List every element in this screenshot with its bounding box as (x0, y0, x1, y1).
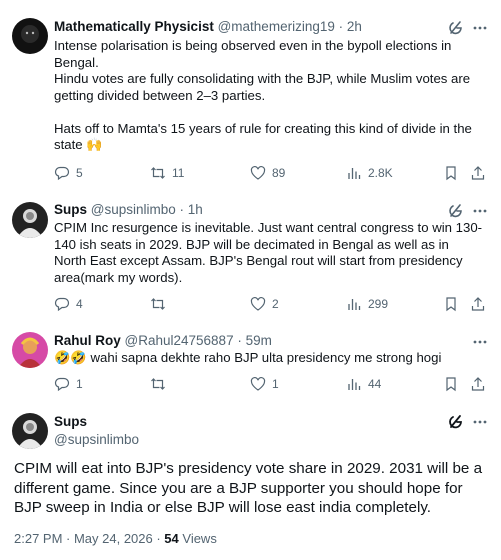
views-count: 299 (368, 297, 389, 311)
like-icon (250, 296, 266, 311)
grok-icon[interactable] (447, 413, 465, 431)
tweet-text-content: 🤣🤣 wahi sapna dekhte raho BJP ulta presi… (54, 350, 442, 365)
author-block: Sups @supsinlimbo (54, 413, 139, 449)
tweet-header: Rahul Roy @Rahul24756887 · 59m (54, 332, 272, 350)
avatar[interactable] (12, 413, 48, 449)
views-label: Views (178, 531, 217, 546)
bookmark-icon[interactable] (443, 296, 459, 312)
more-icon[interactable] (471, 19, 489, 37)
author-handle[interactable]: @supsinlimbo (54, 431, 139, 449)
views-count: 44 (368, 377, 382, 391)
tweet-text: CPIM Inc resurgence is inevitable. Just … (54, 220, 483, 286)
share-icon[interactable] (470, 165, 486, 181)
reply-button[interactable]: 4 (54, 295, 83, 313)
avatar[interactable] (12, 18, 48, 54)
tweet-3[interactable]: Rahul Roy @Rahul24756887 · 59m 🤣🤣 wahi s… (0, 324, 501, 404)
bookmark-icon[interactable] (443, 165, 459, 181)
author-handle[interactable]: @mathemerizing19 (218, 19, 335, 34)
repost-icon (151, 167, 165, 179)
reply-count: 5 (76, 166, 83, 180)
reply-count: 4 (76, 297, 83, 311)
avatar[interactable] (12, 202, 48, 238)
separator: · (334, 19, 347, 34)
author-name[interactable]: Sups (54, 202, 87, 217)
tweet-text: CPIM will eat into BJP's presidency vote… (14, 459, 487, 518)
like-button[interactable]: 89 (250, 164, 285, 182)
views-icon (348, 299, 361, 310)
more-icon[interactable] (471, 202, 489, 220)
bookmark-icon[interactable] (443, 376, 459, 392)
author-handle[interactable]: @supsinlimbo (91, 202, 176, 217)
more-icon[interactable] (471, 413, 489, 431)
grok-icon[interactable] (447, 202, 465, 220)
like-button[interactable]: 1 (250, 375, 279, 393)
separator: · (233, 333, 246, 348)
tweet-text-content: CPIM Inc resurgence is inevitable. Just … (54, 220, 483, 285)
tweet-2[interactable]: Sups @supsinlimbo · 1h CPIM Inc resurgen… (0, 194, 501, 324)
action-bar: 4 2 299 (54, 295, 489, 313)
avatar[interactable] (12, 332, 48, 368)
action-bar: 1 1 44 (54, 375, 489, 393)
views-button[interactable]: 44 (346, 375, 381, 393)
more-icon[interactable] (471, 333, 489, 351)
tweet-header: Sups @supsinlimbo · 1h (54, 201, 203, 219)
author-name[interactable]: Sups (54, 413, 139, 431)
reply-count: 1 (76, 377, 83, 391)
views-button[interactable]: 299 (346, 295, 388, 313)
separator: · (175, 202, 188, 217)
like-count: 1 (272, 377, 279, 391)
repost-button[interactable]: 11 (150, 164, 184, 182)
timestamp[interactable]: 2h (347, 19, 362, 34)
tweet-text: Intense polarisation is being observed e… (54, 38, 483, 154)
tweet-text-content: CPIM will eat into BJP's presidency vote… (14, 460, 483, 516)
reply-icon (54, 377, 70, 392)
repost-button[interactable] (150, 375, 172, 393)
like-icon (250, 165, 266, 180)
like-button[interactable]: 2 (250, 295, 279, 313)
tweet-header: Mathematically Physicist @mathemerizing1… (54, 18, 362, 36)
share-icon[interactable] (470, 296, 486, 312)
repost-icon (151, 378, 165, 390)
grok-icon[interactable] (447, 19, 465, 37)
reply-button[interactable]: 1 (54, 375, 83, 393)
focused-tweet: Sups @supsinlimbo CPIM will eat into BJP… (0, 404, 501, 560)
repost-count: 11 (172, 166, 185, 180)
share-icon[interactable] (470, 376, 486, 392)
tweet-text: 🤣🤣 wahi sapna dekhte raho BJP ulta presi… (54, 350, 483, 367)
reply-button[interactable]: 5 (54, 164, 83, 182)
timestamp[interactable]: 1h (188, 202, 203, 217)
reply-icon (54, 297, 70, 312)
tweet-text-content: Intense polarisation is being observed e… (54, 38, 472, 152)
timestamp[interactable]: 2:27 PM · May 24, 2026 · (14, 531, 164, 546)
views-button[interactable]: 2.8K (346, 164, 393, 182)
author-name[interactable]: Mathematically Physicist (54, 19, 214, 34)
views-icon (348, 168, 361, 179)
tweet-meta: 2:27 PM · May 24, 2026 · 54 Views (14, 531, 217, 546)
repost-icon (151, 298, 165, 310)
reply-icon (54, 166, 70, 181)
action-bar: 5 11 89 2.8K (54, 164, 489, 182)
views-count: 54 (164, 531, 179, 546)
timestamp[interactable]: 59m (246, 333, 272, 348)
author-handle[interactable]: @Rahul24756887 (125, 333, 234, 348)
views-count: 2.8K (368, 166, 393, 180)
author-name[interactable]: Rahul Roy (54, 333, 121, 348)
like-icon (250, 376, 266, 391)
views-icon (348, 379, 361, 390)
tweet-1[interactable]: Mathematically Physicist @mathemerizing1… (0, 0, 501, 194)
like-count: 2 (272, 297, 279, 311)
repost-button[interactable] (150, 295, 172, 313)
like-count: 89 (272, 166, 286, 180)
